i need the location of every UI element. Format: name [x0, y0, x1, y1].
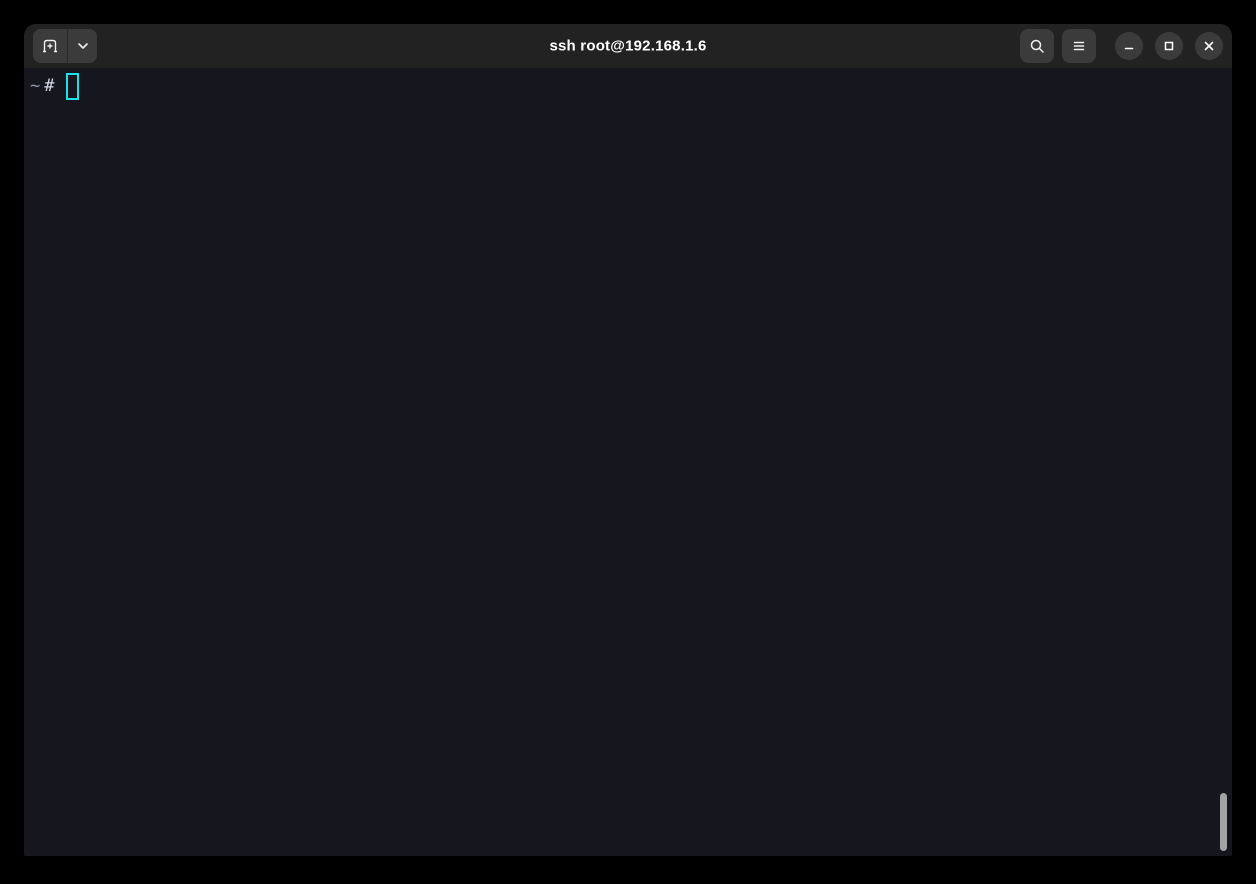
new-tab-icon	[41, 37, 59, 55]
close-icon	[1202, 39, 1216, 53]
terminal-screen[interactable]: ~ #	[24, 68, 1232, 856]
chevron-down-icon	[76, 39, 90, 53]
maximize-icon	[1162, 39, 1176, 53]
prompt-line: ~ #	[30, 72, 1226, 100]
scrollbar-thumb[interactable]	[1220, 793, 1227, 851]
terminal-window: ssh root@192.168.1.6 ~ #	[24, 24, 1232, 856]
titlebar[interactable]: ssh root@192.168.1.6	[24, 24, 1232, 68]
tabs-dropdown-button[interactable]	[67, 29, 97, 63]
close-button[interactable]	[1195, 32, 1223, 60]
hamburger-menu-icon	[1071, 38, 1087, 54]
tab-button-group	[33, 29, 97, 63]
terminal-cursor	[65, 72, 79, 100]
window-controls	[1115, 32, 1223, 60]
prompt-symbol: #	[44, 76, 55, 96]
prompt-path: ~	[30, 76, 41, 96]
maximize-button[interactable]	[1155, 32, 1183, 60]
minimize-icon	[1122, 39, 1136, 53]
minimize-button[interactable]	[1115, 32, 1143, 60]
search-button[interactable]	[1020, 29, 1054, 63]
main-menu-button[interactable]	[1062, 29, 1096, 63]
scrollbar-track	[1220, 66, 1229, 854]
search-icon	[1028, 37, 1046, 55]
window-title: ssh root@192.168.1.6	[549, 37, 707, 55]
headerbar-right-controls	[1020, 24, 1223, 68]
new-tab-button[interactable]	[33, 29, 67, 63]
